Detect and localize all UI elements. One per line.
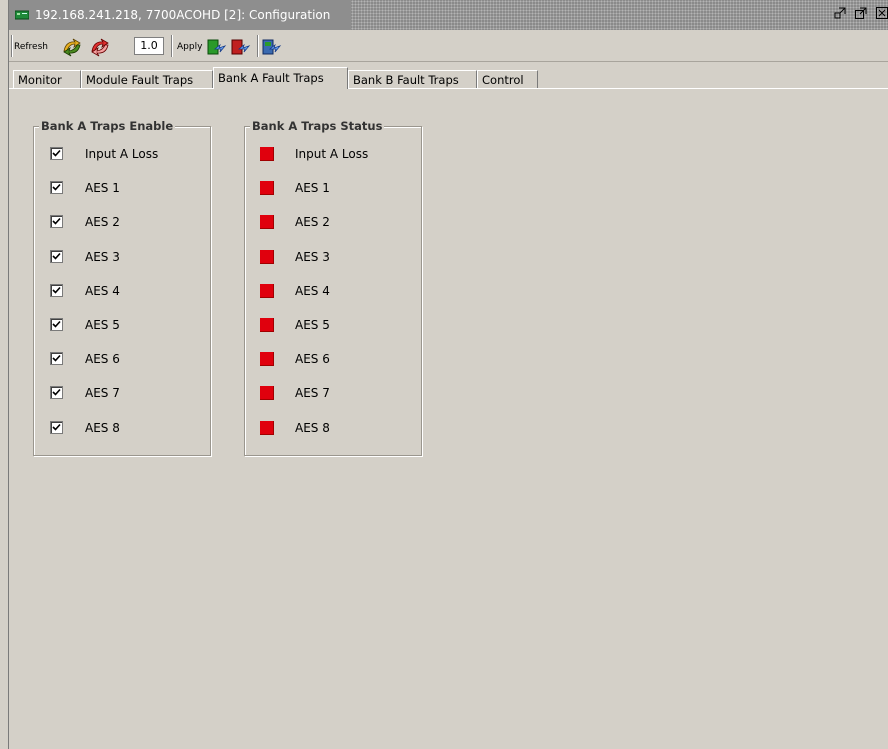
group-title-enable: Bank A Traps Enable bbox=[39, 119, 176, 133]
enable-label: AES 8 bbox=[85, 420, 120, 435]
enable-label: AES 5 bbox=[85, 318, 120, 332]
enable-label: Input A Loss bbox=[85, 147, 159, 161]
trap-enable-checkbox[interactable] bbox=[50, 318, 63, 331]
checkmark-icon bbox=[52, 218, 61, 226]
checkmark-icon bbox=[52, 320, 61, 328]
close-icon[interactable] bbox=[875, 6, 888, 20]
checkmark-icon bbox=[52, 286, 61, 294]
status-label: AES 3 bbox=[295, 249, 330, 264]
status-indicator bbox=[260, 147, 274, 161]
tab-strip: Monitor Module Fault Traps Bank A Fault … bbox=[9, 66, 888, 90]
status-label: AES 6 bbox=[295, 352, 330, 367]
tab-bank-b-fault-traps[interactable]: Bank B Fault Traps bbox=[348, 70, 477, 88]
status-indicator bbox=[260, 352, 274, 367]
apply-red-icon[interactable] bbox=[230, 37, 252, 57]
toolbar-grip bbox=[11, 35, 13, 57]
maximize-icon[interactable] bbox=[854, 6, 868, 20]
trap-enable-checkbox[interactable] bbox=[50, 249, 63, 263]
status-label: AES 2 bbox=[295, 215, 330, 230]
enable-label: AES 1 bbox=[85, 181, 120, 196]
refresh-icon[interactable] bbox=[61, 37, 83, 57]
apply-multi-icon[interactable] bbox=[261, 37, 283, 57]
enable-label: AES 6 bbox=[85, 352, 120, 367]
tab-control[interactable]: Control bbox=[477, 70, 538, 88]
status-label: AES 4 bbox=[295, 283, 330, 298]
status-indicator bbox=[260, 215, 274, 230]
enable-label: AES 4 bbox=[85, 283, 120, 298]
checkmark-icon bbox=[52, 149, 61, 157]
group-title-status: Bank A Traps Status bbox=[250, 119, 385, 133]
toolbar-separator-2 bbox=[257, 35, 259, 57]
minimize-icon[interactable] bbox=[833, 6, 847, 20]
tab-label: Module Fault Traps bbox=[86, 73, 194, 87]
enable-label: AES 2 bbox=[85, 215, 120, 230]
enable-label: AES 7 bbox=[85, 386, 120, 401]
checkmark-icon bbox=[52, 423, 61, 431]
auto-refresh-icon[interactable] bbox=[89, 37, 111, 57]
toolbar: Refresh 1.0 Apply bbox=[9, 31, 888, 62]
trap-enable-checkbox[interactable] bbox=[50, 386, 63, 400]
status-label: AES 7 bbox=[295, 386, 330, 401]
tab-label: Control bbox=[482, 73, 524, 87]
window-title: 192.168.241.218, 7700ACOHD [2]: Configur… bbox=[35, 8, 331, 22]
status-indicator bbox=[260, 386, 274, 401]
status-label: AES 5 bbox=[295, 318, 330, 332]
title-bar[interactable]: 192.168.241.218, 7700ACOHD [2]: Configur… bbox=[9, 0, 888, 30]
tab-label: Bank A Fault Traps bbox=[218, 71, 324, 85]
checkmark-icon bbox=[52, 252, 61, 260]
checkmark-icon bbox=[52, 389, 61, 397]
tab-label: Monitor bbox=[18, 73, 62, 87]
trap-enable-checkbox[interactable] bbox=[50, 181, 63, 195]
tab-bank-a-fault-traps[interactable]: Bank A Fault Traps bbox=[213, 67, 348, 89]
tab-monitor[interactable]: Monitor bbox=[13, 70, 81, 88]
status-label: AES 1 bbox=[295, 181, 330, 196]
enable-label: AES 3 bbox=[85, 249, 120, 264]
apply-green-icon[interactable] bbox=[206, 37, 228, 57]
checkmark-icon bbox=[52, 355, 61, 362]
status-indicator bbox=[260, 283, 274, 298]
trap-enable-checkbox[interactable] bbox=[50, 420, 63, 434]
bank-a-traps-status-group: Bank A Traps Status Input A Loss AES 1 AES… bbox=[244, 119, 422, 456]
status-indicator bbox=[260, 420, 274, 435]
trap-enable-checkbox[interactable] bbox=[50, 283, 63, 297]
config-window: 192.168.241.218, 7700ACOHD [2]: Configur… bbox=[8, 0, 888, 749]
bank-a-traps-enable-group: Bank A Traps Enable Input A Loss AES 1 AES… bbox=[33, 119, 211, 456]
status-indicator bbox=[260, 249, 274, 264]
status-label: Input A Loss bbox=[295, 147, 369, 161]
trap-enable-checkbox[interactable] bbox=[50, 215, 63, 229]
trap-enable-checkbox[interactable] bbox=[50, 147, 63, 160]
status-indicator bbox=[260, 181, 274, 196]
apply-button[interactable]: Apply bbox=[177, 42, 202, 62]
toolbar-separator bbox=[171, 35, 173, 57]
refresh-button[interactable]: Refresh bbox=[14, 42, 48, 62]
tab-label: Bank B Fault Traps bbox=[353, 73, 459, 87]
tab-module-fault-traps[interactable]: Module Fault Traps bbox=[81, 70, 213, 88]
checkmark-icon bbox=[52, 184, 61, 191]
status-label: AES 8 bbox=[295, 420, 330, 435]
module-card-icon bbox=[15, 10, 29, 20]
status-indicator bbox=[260, 318, 274, 332]
trap-enable-checkbox[interactable] bbox=[50, 352, 63, 366]
version-field[interactable]: 1.0 bbox=[134, 37, 164, 55]
